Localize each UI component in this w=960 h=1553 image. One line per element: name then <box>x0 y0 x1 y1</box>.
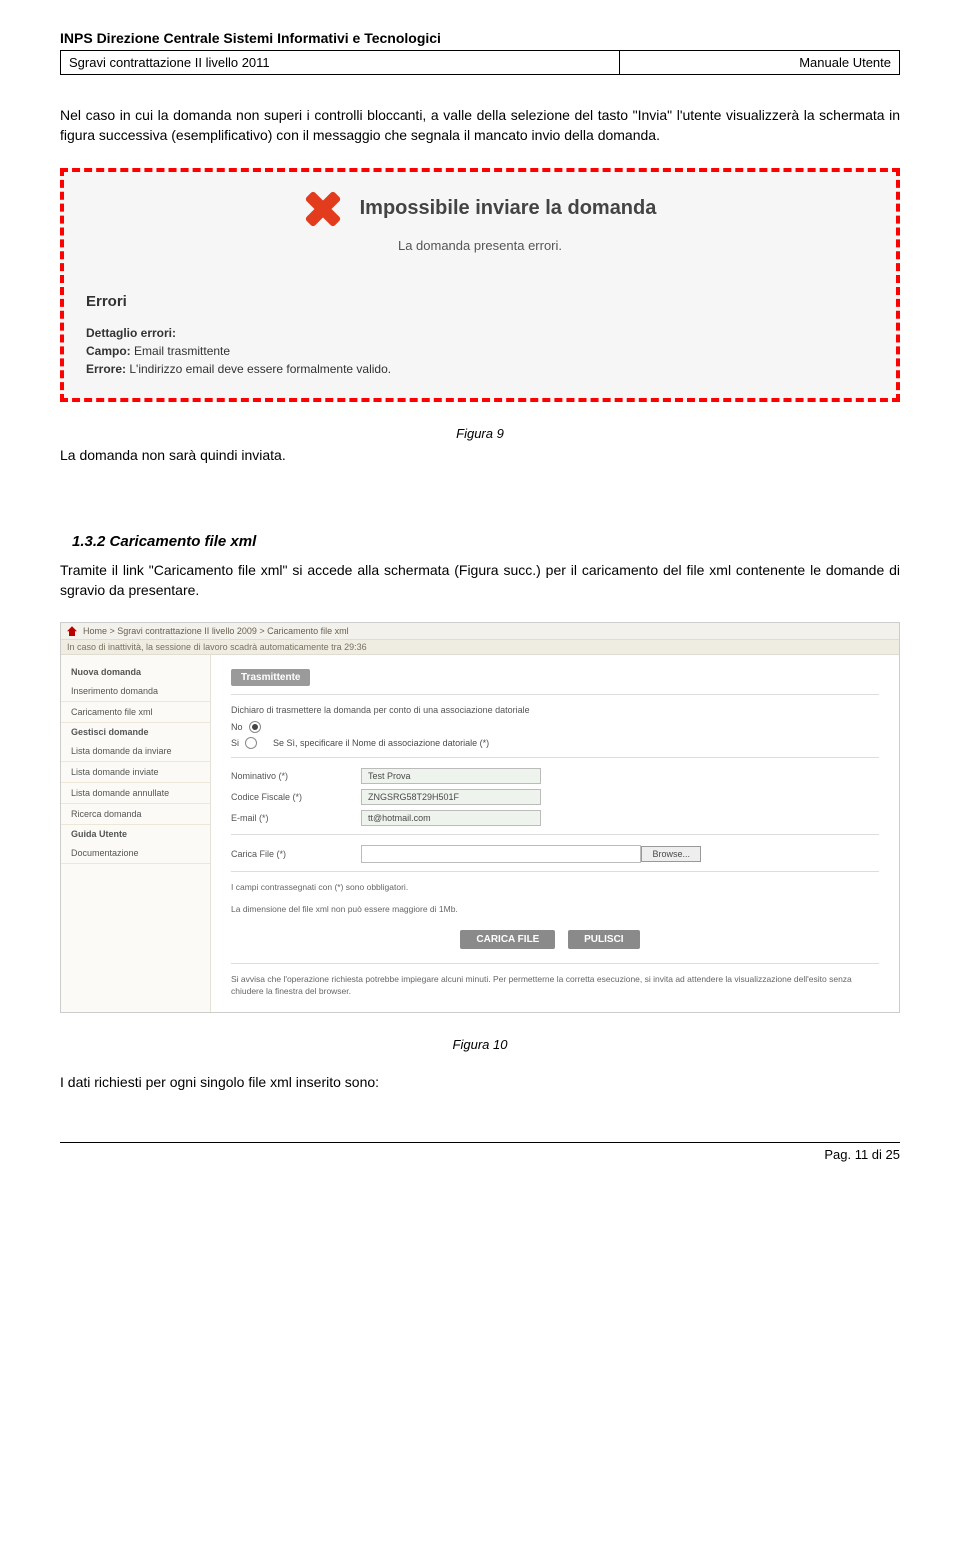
pulisci-button[interactable]: PULISCI <box>568 930 639 949</box>
sidebar-group-heading: Guida Utente <box>61 825 210 843</box>
sidebar-group-heading: Nuova domanda <box>61 663 210 681</box>
errore-value: L'indirizzo email deve essere formalment… <box>129 362 391 376</box>
errore-label: Errore: <box>86 362 126 376</box>
campo-label: Campo: <box>86 344 131 358</box>
errori-heading: Errori <box>86 293 874 310</box>
content-pane: Trasmittente Dichiaro di trasmettere la … <box>211 655 899 1012</box>
radio-no[interactable] <box>249 721 261 733</box>
detail-label: Dettaglio errori: <box>86 326 176 340</box>
breadcrumb-text: Home > Sgravi contrattazione II livello … <box>83 626 349 636</box>
page-number: Pag. 11 di 25 <box>60 1147 900 1162</box>
figure10-caption: Figura 10 <box>60 1037 900 1052</box>
sidebar-item[interactable]: Lista domande inviate <box>61 762 210 783</box>
after-fig9-text: La domanda non sarà quindi inviata. <box>60 447 900 463</box>
doc-header-table: Sgravi contrattazione II livello 2011 Ma… <box>60 50 900 75</box>
sidebar-item[interactable]: Inserimento domanda <box>61 681 210 702</box>
doc-header-org: INPS Direzione Centrale Sistemi Informat… <box>60 30 900 46</box>
file-label: Carica File (*) <box>231 849 351 859</box>
tab-trasmittente[interactable]: Trasmittente <box>231 669 310 686</box>
session-timer: In caso di inattività, la sessione di la… <box>61 640 899 655</box>
email-input[interactable]: tt@hotmail.com <box>361 810 541 826</box>
doc-header-left: Sgravi contrattazione II livello 2011 <box>61 51 620 75</box>
browse-button[interactable]: Browse... <box>641 846 701 862</box>
doc-header-right: Manuale Utente <box>620 51 900 75</box>
section-1-3-2-text: Tramite il link "Caricamento file xml" s… <box>60 560 900 601</box>
carica-file-button[interactable]: CARICA FILE <box>460 930 555 949</box>
footer: Pag. 11 di 25 <box>60 1142 900 1162</box>
radio-no-label: No <box>231 722 243 732</box>
campo-value: Email trasmittente <box>134 344 230 358</box>
sidebar-item[interactable]: Ricerca domanda <box>61 804 210 825</box>
warning-note: Si avvisa che l'operazione richiesta pot… <box>231 974 879 998</box>
si-note: Se Sì, specificare il Nome di associazio… <box>273 738 489 748</box>
error-detail: Dettaglio errori: Campo: Email trasmitte… <box>86 324 874 378</box>
email-label: E-mail (*) <box>231 813 351 823</box>
error-cross-icon <box>304 190 342 228</box>
size-note: La dimensione del file xml non può esser… <box>231 904 879 916</box>
intro-paragraph: Nel caso in cui la domanda non superi i … <box>60 105 900 146</box>
cf-input[interactable]: ZNGSRG58T29H501F <box>361 789 541 805</box>
after-fig10-text: I dati richiesti per ogni singolo file x… <box>60 1072 900 1092</box>
nominativo-input[interactable]: Test Prova <box>361 768 541 784</box>
breadcrumb-bar: Home > Sgravi contrattazione II livello … <box>61 623 899 640</box>
sidebar: Nuova domandaInserimento domandaCaricame… <box>61 655 211 1012</box>
file-input[interactable] <box>361 845 641 863</box>
sidebar-item[interactable]: Lista domande da inviare <box>61 741 210 762</box>
error-title: Impossibile inviare la domanda <box>360 197 657 220</box>
cf-label: Codice Fiscale (*) <box>231 792 351 802</box>
radio-si[interactable] <box>245 737 257 749</box>
section-1-3-2-heading: 1.3.2 Caricamento file xml <box>72 533 900 550</box>
mandatory-note: I campi contrassegnati con (*) sono obbl… <box>231 882 879 894</box>
home-icon <box>67 626 77 636</box>
error-screenshot: Impossibile inviare la domanda La domand… <box>60 168 900 402</box>
upload-screenshot: Home > Sgravi contrattazione II livello … <box>60 622 900 1013</box>
sidebar-group-heading: Gestisci domande <box>61 723 210 741</box>
error-subtitle: La domanda presenta errori. <box>86 238 874 253</box>
declare-text: Dichiaro di trasmettere la domanda per c… <box>231 705 879 715</box>
figure9-caption: Figura 9 <box>60 426 900 441</box>
nominativo-label: Nominativo (*) <box>231 771 351 781</box>
radio-si-label: Si <box>231 738 239 748</box>
sidebar-item[interactable]: Lista domande annullate <box>61 783 210 804</box>
sidebar-item[interactable]: Documentazione <box>61 843 210 864</box>
sidebar-item[interactable]: Caricamento file xml <box>61 702 210 723</box>
